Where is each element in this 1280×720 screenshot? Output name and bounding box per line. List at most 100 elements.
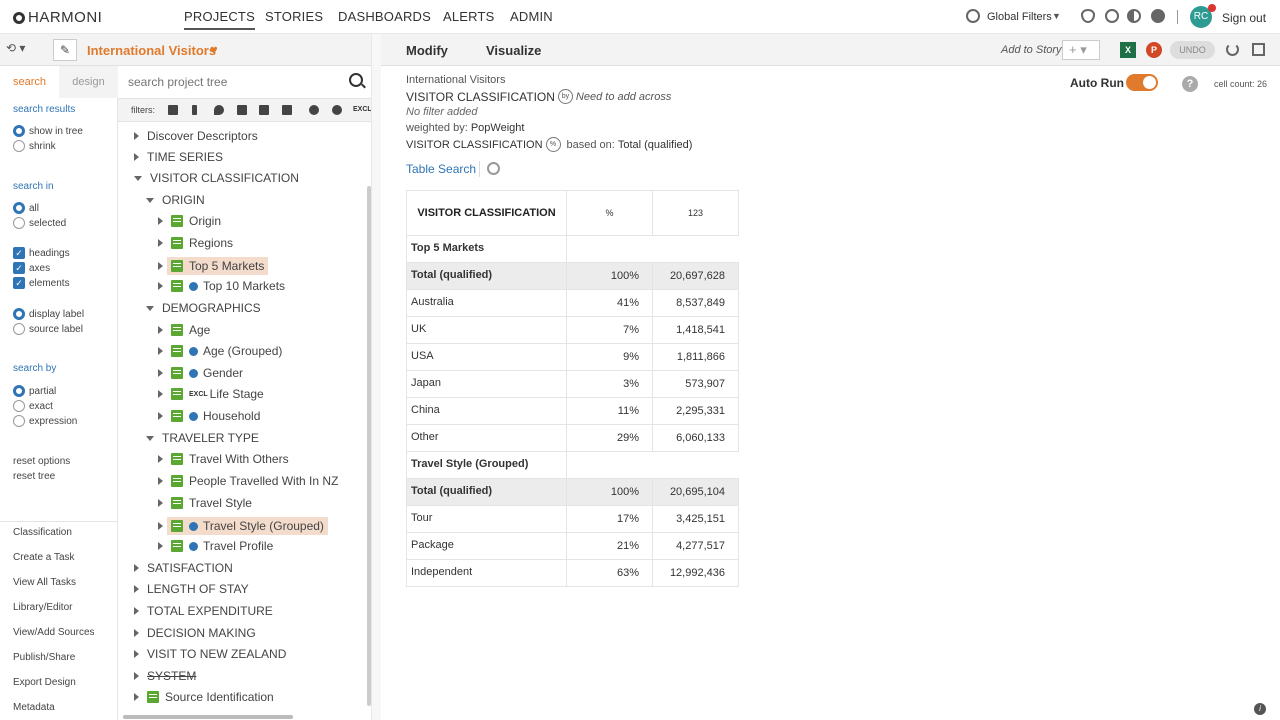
- tree-node-visit-nz[interactable]: VISIT TO NEW ZEALAND: [134, 647, 286, 661]
- sign-out-link[interactable]: Sign out: [1222, 11, 1266, 25]
- global-filters-button[interactable]: Global Filters: [987, 11, 1052, 23]
- header-percent[interactable]: %: [566, 190, 653, 236]
- tree-node-origin-folder[interactable]: ORIGIN: [146, 193, 205, 207]
- eye-off-icon[interactable]: [332, 105, 342, 115]
- help-icon[interactable]: ?: [1182, 76, 1198, 92]
- tree-node-total-expenditure[interactable]: TOTAL EXPENDITURE: [134, 604, 273, 618]
- nav-projects[interactable]: PROJECTS: [184, 9, 255, 30]
- tab-design[interactable]: design: [59, 66, 118, 98]
- expand-icon[interactable]: [158, 390, 163, 398]
- globe-icon[interactable]: [966, 9, 980, 23]
- reset-tree-link[interactable]: reset tree: [13, 471, 55, 482]
- tree-node-length-of-stay[interactable]: LENGTH OF STAY: [134, 582, 249, 596]
- expand-icon[interactable]: [158, 262, 163, 270]
- horizontal-scrollbar[interactable]: [123, 715, 293, 719]
- tab-search[interactable]: search: [0, 66, 59, 98]
- link-export-design[interactable]: Export Design: [13, 677, 76, 688]
- eye-icon[interactable]: [309, 105, 319, 115]
- search-icon[interactable]: [349, 73, 363, 87]
- header-visitor-classification[interactable]: VISITOR CLASSIFICATION: [406, 190, 567, 236]
- tree-node-source-identification[interactable]: Source Identification: [134, 690, 274, 704]
- by-icon[interactable]: by: [557, 89, 573, 104]
- expand-icon[interactable]: [158, 499, 163, 507]
- tab-modify[interactable]: Modify: [406, 43, 448, 58]
- eye-icon[interactable]: [1081, 9, 1095, 23]
- tree-node-travel-with-others[interactable]: Travel With Others: [158, 452, 289, 466]
- elements-checkbox[interactable]: ✓ elements: [13, 277, 70, 289]
- expand-icon[interactable]: [158, 522, 163, 530]
- expand-icon[interactable]: [134, 132, 139, 140]
- display-label-radio[interactable]: display label: [13, 308, 84, 320]
- expand-icon[interactable]: [134, 564, 139, 572]
- tree-node-traveler-type[interactable]: TRAVELER TYPE: [146, 431, 259, 445]
- header-count[interactable]: 123: [652, 190, 739, 236]
- reset-options-link[interactable]: reset options: [13, 456, 70, 467]
- tree-node-top5[interactable]: Top 5 Markets: [158, 257, 269, 275]
- collapse-icon[interactable]: [134, 175, 142, 181]
- refresh-icon[interactable]: [1226, 43, 1239, 56]
- tree-node-top10[interactable]: Top 10 Markets: [158, 279, 285, 293]
- expand-icon[interactable]: [158, 217, 163, 225]
- shrink-radio[interactable]: shrink: [13, 140, 56, 152]
- pencil-icon[interactable]: ✎: [53, 39, 77, 61]
- tab-visualize[interactable]: Visualize: [486, 43, 541, 58]
- expand-icon[interactable]: [134, 650, 139, 658]
- expand-icon[interactable]: [158, 347, 163, 355]
- expand-icon[interactable]: [158, 542, 163, 550]
- expand-icon[interactable]: [134, 153, 139, 161]
- tree-node-time-series[interactable]: TIME SERIES: [134, 150, 223, 164]
- nav-dashboards[interactable]: DASHBOARDS: [338, 9, 431, 24]
- all-radio[interactable]: all: [13, 202, 39, 214]
- history-button[interactable]: ⟲ ▾: [6, 41, 25, 55]
- expand-icon[interactable]: [158, 455, 163, 463]
- tree-node-travel-style-grouped[interactable]: Travel Style (Grouped): [158, 517, 328, 535]
- expand-icon[interactable]: [134, 585, 139, 593]
- collapse-icon[interactable]: [146, 435, 154, 441]
- panel-splitter[interactable]: [371, 34, 381, 720]
- expand-icon[interactable]: [158, 239, 163, 247]
- expand-icon[interactable]: [158, 412, 163, 420]
- folder-filter-icon[interactable]: [259, 105, 269, 115]
- chevron-down-icon[interactable]: ▼: [1052, 11, 1061, 21]
- link-library-editor[interactable]: Library/Editor: [13, 602, 72, 613]
- auto-run-toggle[interactable]: [1126, 74, 1158, 91]
- accessibility-icon[interactable]: [1105, 9, 1119, 23]
- nav-admin[interactable]: ADMIN: [510, 9, 553, 24]
- expand-icon[interactable]: [158, 282, 163, 290]
- tree-node-system[interactable]: SYSTEM: [134, 669, 196, 683]
- tree-node-travel-profile[interactable]: Travel Profile: [158, 539, 273, 553]
- tree-node-regions[interactable]: Regions: [158, 236, 233, 250]
- add-to-story-button[interactable]: + ▾: [1062, 40, 1100, 60]
- source-label-radio[interactable]: source label: [13, 323, 83, 335]
- tree-node-age-grouped[interactable]: Age (Grouped): [158, 344, 282, 358]
- tree-node-demographics[interactable]: DEMOGRAPHICS: [146, 301, 261, 315]
- expand-icon[interactable]: [158, 326, 163, 334]
- location-filter-icon[interactable]: [214, 105, 224, 115]
- grid-filter-icon[interactable]: [168, 105, 178, 115]
- tag-filter-icon[interactable]: [282, 105, 292, 115]
- help-icon[interactable]: [1151, 9, 1165, 23]
- collapse-icon[interactable]: [146, 197, 154, 203]
- excel-export-icon[interactable]: X: [1120, 42, 1136, 58]
- link-view-all-tasks[interactable]: View All Tasks: [13, 577, 76, 588]
- headings-checkbox[interactable]: ✓ headings: [13, 247, 70, 259]
- show-in-tree-radio[interactable]: show in tree: [13, 125, 83, 137]
- selected-radio[interactable]: selected: [13, 217, 66, 229]
- expand-icon[interactable]: [134, 629, 139, 637]
- expand-icon[interactable]: [158, 477, 163, 485]
- excl-filter[interactable]: EXCL: [353, 106, 372, 113]
- partial-radio[interactable]: partial: [13, 385, 56, 397]
- heart-icon[interactable]: ♥: [210, 42, 218, 57]
- search-input[interactable]: [128, 70, 358, 94]
- filter-status[interactable]: No filter added: [406, 106, 478, 118]
- tree-node-travel-style[interactable]: Travel Style: [158, 496, 252, 510]
- expand-icon[interactable]: [134, 693, 139, 701]
- exact-radio[interactable]: exact: [13, 400, 53, 412]
- column-filter-icon[interactable]: [192, 105, 197, 115]
- tree-node-life-stage[interactable]: EXCL Life Stage: [158, 387, 264, 401]
- tree-node-satisfaction[interactable]: SATISFACTION: [134, 561, 233, 575]
- expand-icon[interactable]: [134, 607, 139, 615]
- tree-node-visitor-classification[interactable]: VISITOR CLASSIFICATION: [134, 171, 299, 185]
- table-search-link[interactable]: Table Search: [406, 162, 476, 176]
- save-icon[interactable]: [1252, 43, 1265, 56]
